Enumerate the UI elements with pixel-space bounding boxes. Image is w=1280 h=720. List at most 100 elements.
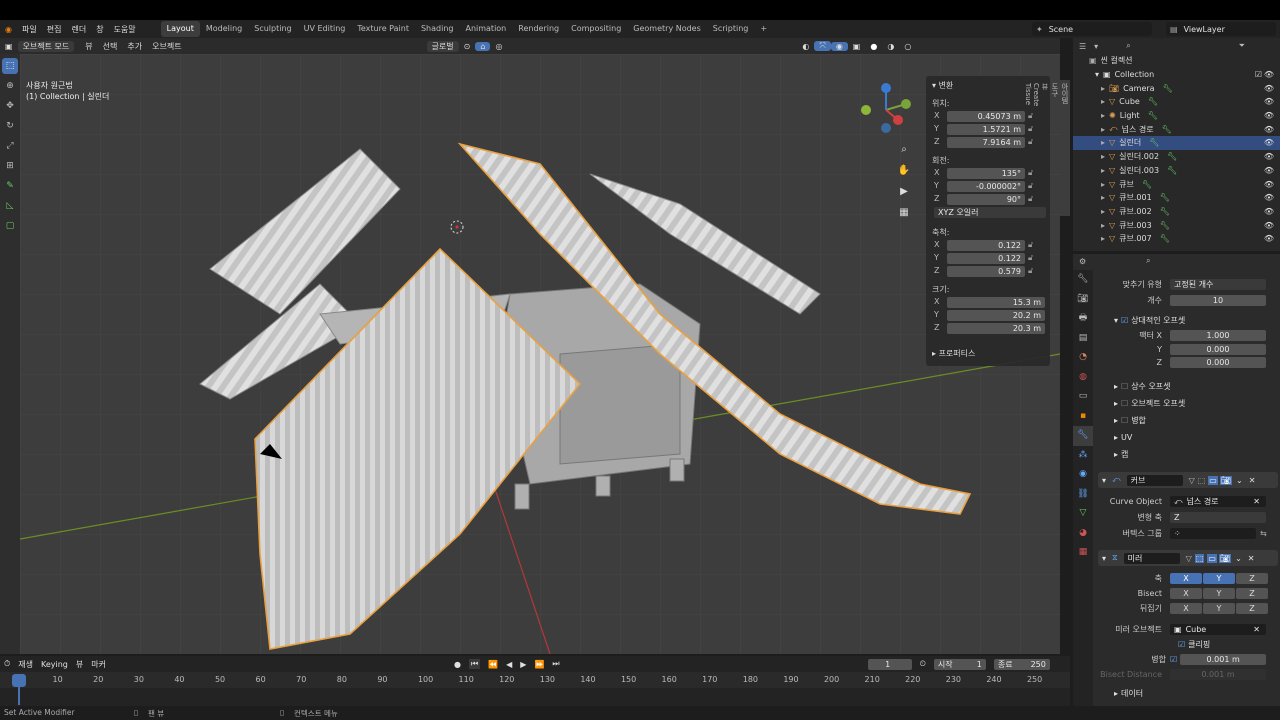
outliner-item[interactable]: ▸ ▽ 큐브.002 🔧︎ 👁︎ (1073, 205, 1280, 219)
location-y[interactable]: 1.5721 m (947, 124, 1025, 135)
collapse-icon[interactable]: ▸ (1114, 450, 1118, 459)
location-z[interactable]: 7.9164 m (947, 137, 1025, 148)
checkbox-icon[interactable]: ☐ (1121, 416, 1128, 425)
timeline-editor-icon[interactable]: ⏱︎ (4, 659, 10, 669)
checkbox-icon[interactable]: ☐ (1121, 382, 1128, 391)
eye-icon[interactable]: 👁︎ (1264, 111, 1274, 120)
jump-end-icon[interactable]: ⏭ (552, 659, 559, 669)
collapse-icon[interactable]: ▸ (1114, 689, 1118, 698)
bisect-y[interactable]: Y (1203, 588, 1235, 599)
menu-file[interactable]: 파일 (17, 24, 42, 35)
flip-x[interactable]: X (1170, 603, 1202, 614)
preview-range-icon[interactable]: ⏲︎ (920, 659, 926, 669)
curve-modifier-name[interactable]: 커브 (1126, 474, 1183, 486)
scene-collection-row[interactable]: ▣ 씬 컬렉션 (1089, 54, 1280, 68)
snap-icon[interactable]: ⌂ (475, 41, 491, 51)
view-menu[interactable]: 뷰 (76, 659, 83, 670)
viewport-toggle-icon[interactable]: ▭ (1208, 475, 1218, 485)
menu-window[interactable]: 창 (91, 24, 108, 35)
editor-type-icon[interactable]: ▣ (0, 42, 18, 51)
frame-ruler[interactable]: 1102030405060708090100110120130140150160… (0, 672, 1070, 688)
cage-icon[interactable]: ⬚ (1198, 476, 1206, 485)
outliner-item[interactable]: ▸ ▽ 큐브 🔧︎ 👁︎ (1073, 177, 1280, 191)
checkbox-icon[interactable]: ☐ (1121, 399, 1128, 408)
world-tab-icon[interactable]: ◍ (1073, 368, 1093, 388)
display-mode-icon[interactable]: ▾ (1094, 42, 1098, 51)
modifier-icon[interactable]: 🔧︎ (1160, 221, 1170, 230)
collapse-icon[interactable]: ▸ (1114, 382, 1118, 391)
eye-icon[interactable]: 👁︎ (1264, 138, 1274, 147)
outliner-item[interactable]: ▸ ▽ 실린더 🔧︎ 👁︎ (1073, 136, 1280, 150)
tab-view[interactable]: 뷰 (1040, 80, 1050, 216)
visibility-icon[interactable]: ◐ (797, 42, 814, 51)
zoom-icon[interactable]: ⌕ (896, 139, 912, 160)
tab-geometry-nodes[interactable]: Geometry Nodes (627, 21, 706, 37)
expand-arrow-icon[interactable]: ▸ (1101, 234, 1105, 243)
mode-dropdown[interactable]: 오브젝트 모드 (17, 40, 75, 52)
navigation-gizmo[interactable] (858, 82, 918, 137)
rotation-x[interactable]: 135° (947, 168, 1025, 179)
lock-icon[interactable]: 🔓︎ (1028, 266, 1033, 277)
expand-arrow-icon[interactable]: ▸ (1101, 207, 1105, 216)
eye-icon[interactable]: 👁︎ (1264, 125, 1274, 134)
next-keyframe-icon[interactable]: ⏩ (534, 660, 544, 669)
curve-modifier-header[interactable]: ▾ ⤺ 커브 ▽ ⬚ ▭ 📷︎ ⌄ ✕ (1098, 472, 1278, 488)
eye-icon[interactable]: 👁︎ (1264, 193, 1274, 202)
modifier-icon[interactable]: 🔧︎ (1148, 111, 1158, 120)
invert-icon[interactable]: ⇆ (1260, 529, 1267, 538)
menu-select[interactable]: 선택 (98, 41, 123, 52)
constraints-tab-icon[interactable]: ⛓︎ (1073, 485, 1093, 505)
gizmo-neg-y-icon[interactable] (861, 105, 871, 115)
play-reverse-icon[interactable]: ◀ (506, 660, 512, 669)
bisect-z[interactable]: Z (1236, 588, 1268, 599)
expand-arrow-icon[interactable]: ▸ (1101, 166, 1105, 175)
modifier-icon[interactable]: 🔧︎ (1162, 125, 1172, 134)
particles-tab-icon[interactable]: ⁂ (1073, 446, 1093, 466)
flip-y[interactable]: Y (1203, 603, 1235, 614)
scale-y[interactable]: 0.122 (947, 253, 1025, 264)
delete-icon[interactable]: ✕ (1248, 554, 1255, 563)
gizmo-z-icon[interactable] (881, 83, 891, 93)
collection-tab-icon[interactable]: ▭ (1073, 387, 1093, 407)
collapse-icon[interactable]: ▾ (1102, 476, 1106, 485)
tool-tab-icon[interactable]: 🔧︎ (1073, 270, 1093, 290)
mirror-object-field[interactable]: ▣ Cube ✕ (1170, 624, 1266, 635)
deform-axis-dropdown[interactable]: Z (1170, 511, 1266, 523)
scale-x[interactable]: 0.122 (947, 240, 1025, 251)
rotation-z[interactable]: 90° (947, 194, 1025, 205)
menu-object[interactable]: 오브젝트 (147, 41, 186, 52)
checkbox-icon[interactable]: ☑ (1170, 655, 1177, 664)
collection-row[interactable]: ▾ ▣ Collection ☑ 👁︎ (1089, 68, 1280, 82)
add-workspace-button[interactable]: + (754, 21, 773, 37)
lock-icon[interactable]: 🔓︎ (1028, 253, 1033, 264)
mirror-modifier-name[interactable]: 미러 (1123, 552, 1180, 564)
render-toggle-icon[interactable]: 📷︎ (1218, 553, 1232, 563)
outliner-item[interactable]: ▸ ⤺ 넙스 경로 🔧︎ 👁︎ (1073, 122, 1280, 136)
outliner-item[interactable]: ▸ ▽ 실린더.002 🔧︎ 👁︎ (1073, 150, 1280, 164)
output-tab-icon[interactable]: 🖶︎ (1073, 309, 1093, 329)
eye-icon[interactable]: 👁︎ (1264, 221, 1274, 230)
pan-hand-icon[interactable]: ✋ (896, 160, 912, 181)
lock-icon[interactable]: 🔓︎ (1028, 240, 1033, 251)
tab-create[interactable]: Create (1032, 80, 1040, 216)
jump-start-icon[interactable]: ⏮ (468, 659, 481, 669)
move-icon[interactable]: ✥ (2, 98, 18, 114)
playback-menu[interactable]: 재생 (18, 659, 33, 670)
physics-tab-icon[interactable]: ◉ (1073, 465, 1093, 485)
factor-y-field[interactable]: 0.000 (1170, 343, 1266, 355)
flip-z[interactable]: Z (1236, 603, 1268, 614)
modifier-icon[interactable]: 🔧︎ (1160, 234, 1170, 243)
dimension-y[interactable]: 20.2 m (947, 310, 1045, 321)
bisect-x[interactable]: X (1170, 588, 1202, 599)
eye-icon[interactable]: 👁︎ (1264, 180, 1274, 189)
tab-tool[interactable]: 도구 (1050, 80, 1060, 216)
tab-compositing[interactable]: Compositing (565, 21, 627, 37)
modifier-icon[interactable]: 🔧︎ (1163, 84, 1173, 93)
view-layer-selector[interactable]: ▤ ViewLayer (1166, 22, 1276, 36)
rotation-y[interactable]: -0.000002° (947, 181, 1025, 192)
ortho-grid-icon[interactable]: ▦ (896, 202, 912, 223)
outliner-item[interactable]: ▸ ▽ 실린더.003 🔧︎ 👁︎ (1073, 164, 1280, 178)
scale-icon[interactable]: ⤢ (2, 138, 18, 154)
tab-scripting[interactable]: Scripting (707, 21, 755, 37)
keying-menu[interactable]: Keying (41, 660, 68, 669)
